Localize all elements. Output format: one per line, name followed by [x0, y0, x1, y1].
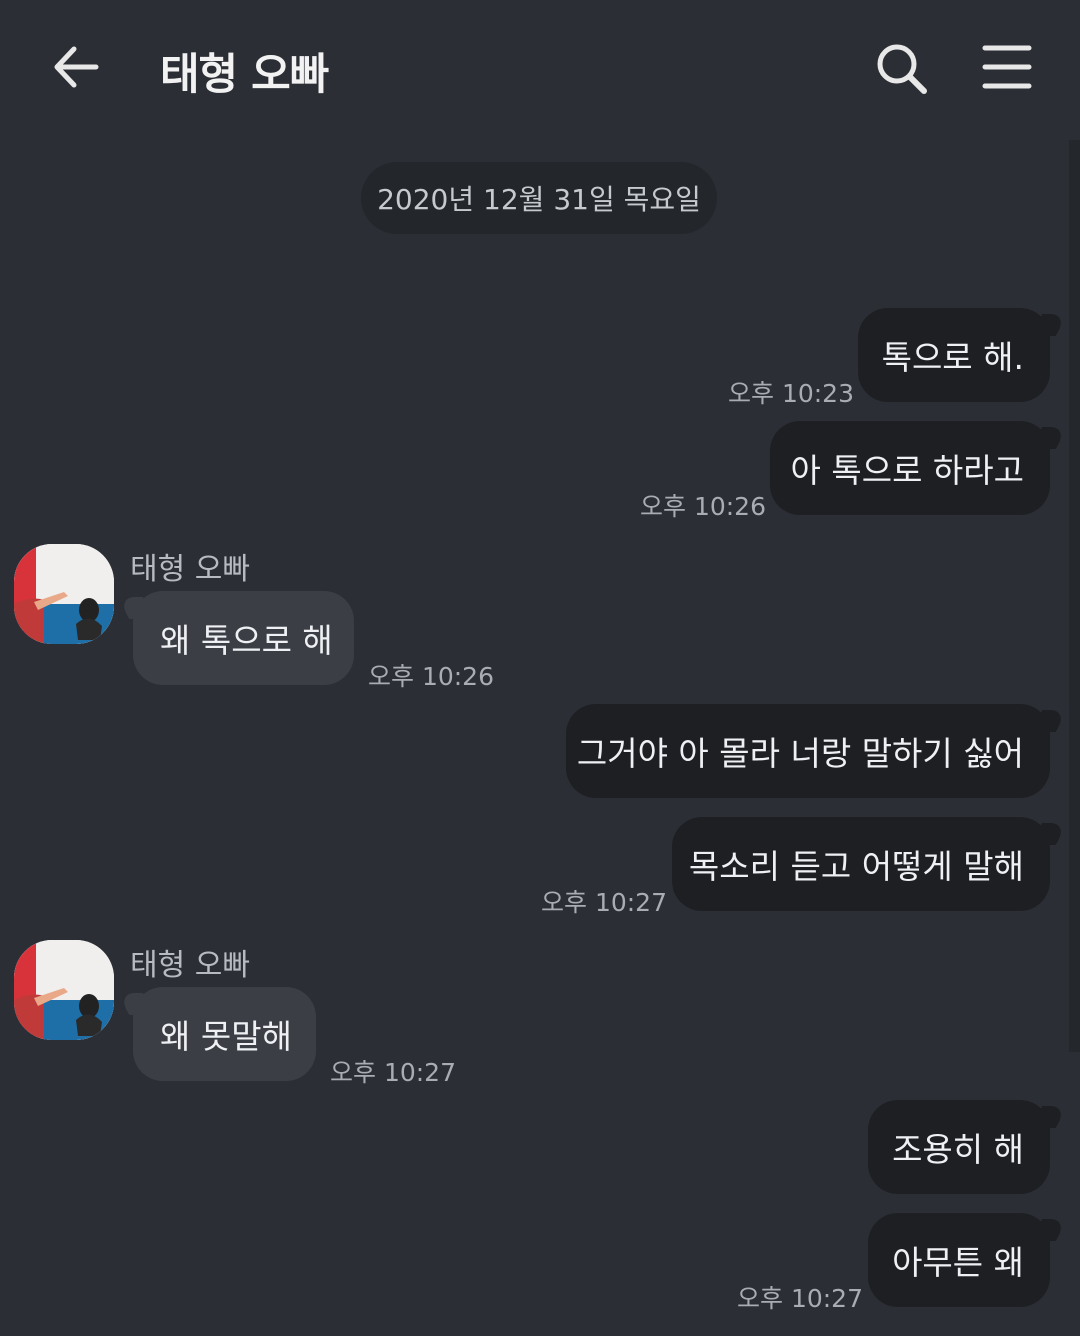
message-text: 아 톡으로 하라고 — [790, 451, 1025, 490]
message-time: 오후 10:26 — [368, 662, 494, 691]
arrow-left-icon — [54, 46, 99, 88]
my-message-bubble[interactable]: 그거야 아 몰라 너랑 말하기 싫어 — [566, 704, 1050, 798]
my-message-bubble[interactable]: 목소리 듣고 어떻게 말해 — [672, 817, 1050, 911]
sender-name: 태형 오빠 — [130, 552, 250, 587]
avatar[interactable] — [14, 940, 114, 1040]
sender-name: 태형 오빠 — [130, 948, 250, 983]
message-time: 오후 10:23 — [728, 379, 854, 408]
profile-photo — [14, 940, 114, 1040]
message-text: 왜 톡으로 해 — [160, 621, 333, 660]
my-message-bubble[interactable]: 조용히 해 — [868, 1100, 1050, 1194]
menu-button[interactable] — [976, 36, 1040, 100]
message-text: 목소리 듣고 어떻게 말해 — [688, 847, 1024, 886]
my-message-bubble[interactable]: 아 톡으로 하라고 — [770, 421, 1050, 515]
message-text: 아무튼 왜 — [892, 1243, 1024, 1282]
message-time: 오후 10:27 — [330, 1058, 456, 1087]
their-message-bubble[interactable]: 왜 톡으로 해 — [133, 591, 354, 685]
message-text: 왜 못말해 — [160, 1017, 292, 1056]
scrollbar[interactable] — [1069, 140, 1080, 1052]
my-message-bubble[interactable]: 톡으로 해. — [858, 308, 1050, 402]
message-time: 오후 10:27 — [541, 888, 667, 917]
back-button[interactable] — [44, 36, 108, 100]
search-button[interactable] — [870, 36, 934, 100]
search-icon — [877, 44, 927, 94]
message-text: 그거야 아 몰라 너랑 말하기 싫어 — [576, 734, 1024, 773]
message-time: 오후 10:27 — [737, 1284, 863, 1313]
my-message-bubble[interactable]: 아무튼 왜 — [868, 1213, 1050, 1307]
their-message-bubble[interactable]: 왜 못말해 — [133, 987, 316, 1081]
profile-photo — [14, 544, 114, 644]
hamburger-menu-icon — [982, 45, 1032, 89]
date-divider: 2020년 12월 31일 목요일 — [361, 162, 717, 234]
message-text: 톡으로 해. — [881, 338, 1024, 377]
chat-title: 태형 오빠 — [160, 50, 329, 100]
message-time: 오후 10:26 — [640, 492, 766, 521]
message-text: 조용히 해 — [892, 1130, 1024, 1169]
avatar[interactable] — [14, 544, 114, 644]
